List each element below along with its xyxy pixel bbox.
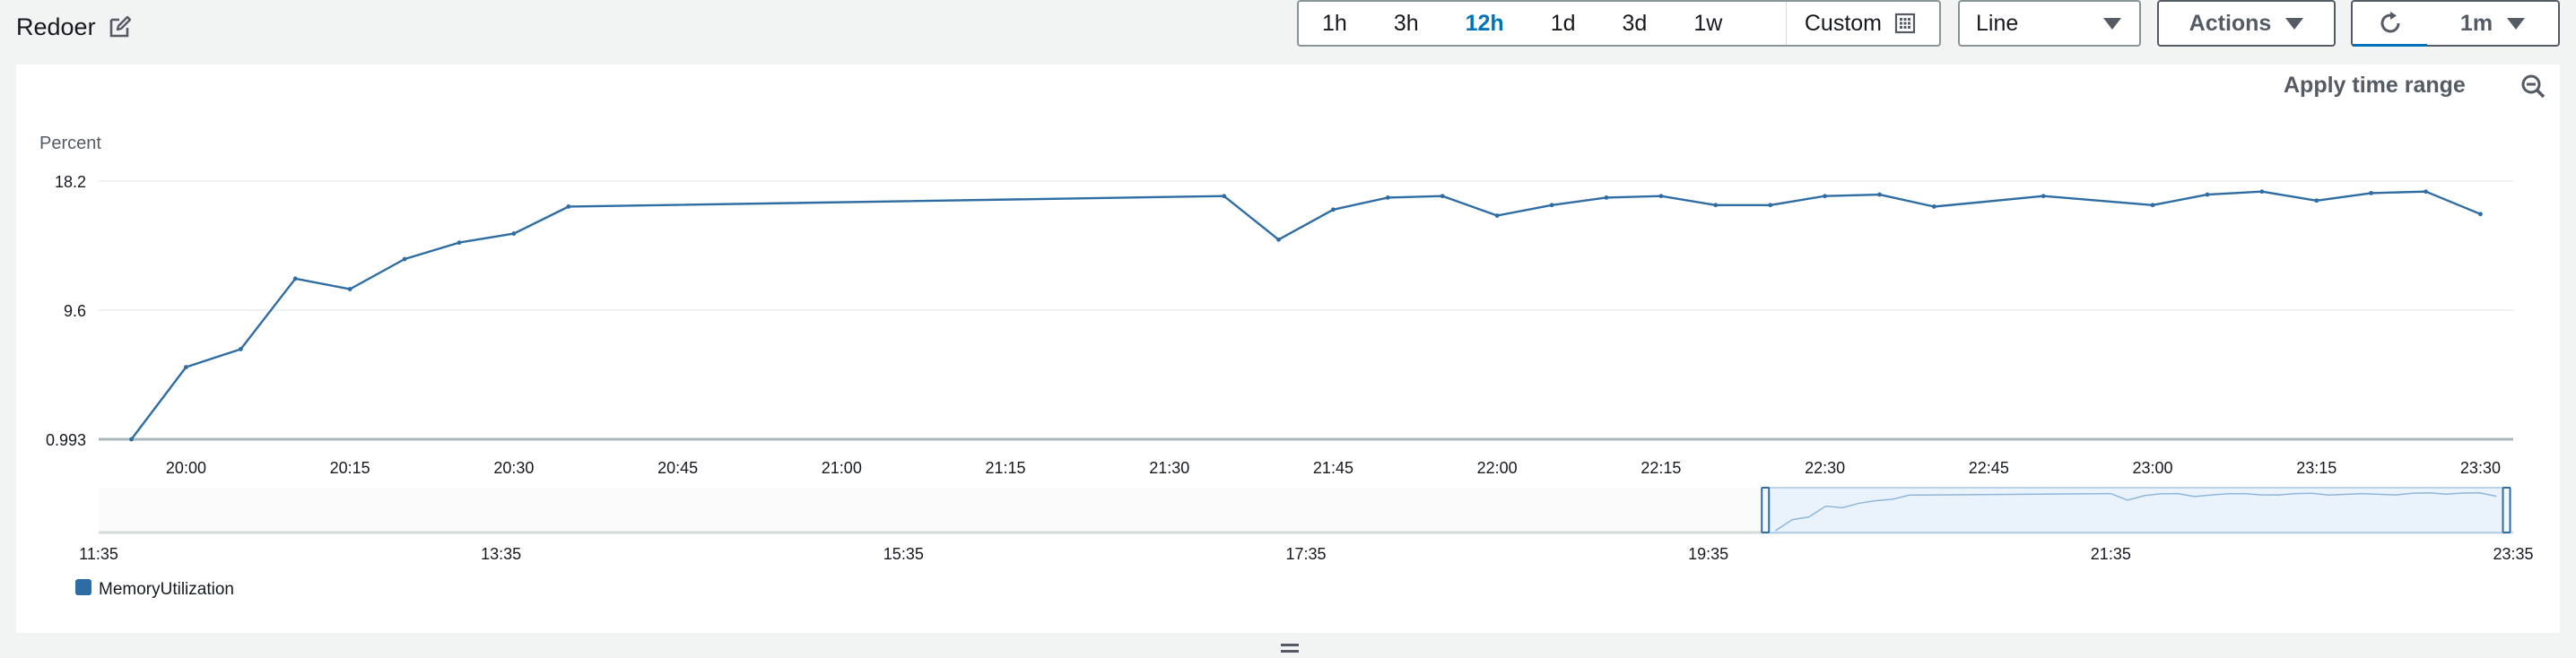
- data-point: [2150, 203, 2155, 208]
- data-point: [2259, 189, 2265, 195]
- data-point: [1222, 194, 1227, 199]
- data-point: [1877, 192, 1882, 197]
- data-point: [2314, 198, 2319, 203]
- data-point: [1713, 203, 1719, 208]
- legend-entry[interactable]: MemoryUtilization: [99, 580, 234, 599]
- x-tick-label: 23:00: [2133, 459, 2173, 477]
- x-tick-label: 21:30: [1149, 459, 1189, 477]
- x-tick-label: 20:45: [657, 459, 698, 477]
- x-tick-label: 21:15: [985, 459, 1025, 477]
- x-tick-label: 21:00: [822, 459, 862, 477]
- x-tick-label: 22:15: [1640, 459, 1681, 477]
- data-point: [1932, 204, 1936, 209]
- overview-tick-label: 19:35: [1688, 545, 1728, 563]
- x-tick-label: 20:15: [330, 459, 370, 477]
- y-tick-label: 0.993: [46, 431, 86, 449]
- overview-tick-label: 13:35: [481, 545, 521, 563]
- x-tick-label: 22:00: [1477, 459, 1518, 477]
- data-point: [1549, 203, 1554, 208]
- data-point: [1385, 195, 1390, 200]
- data-point: [184, 365, 188, 369]
- x-tick-label: 20:30: [493, 459, 534, 477]
- data-point: [238, 347, 243, 351]
- x-tick-label: 21:45: [1313, 459, 1353, 477]
- data-point: [2205, 192, 2210, 197]
- data-point: [566, 204, 571, 209]
- overview-tick-label: 21:35: [2091, 545, 2131, 563]
- overview-selection-handle[interactable]: [2502, 487, 2511, 533]
- data-point: [2041, 194, 2046, 199]
- data-point: [2424, 189, 2428, 195]
- data-point: [2369, 190, 2374, 195]
- overview-tick-label: 23:35: [2493, 545, 2533, 563]
- data-point: [1276, 237, 1281, 242]
- overview-selection-handle[interactable]: [1761, 487, 1771, 533]
- data-point: [1604, 195, 1609, 200]
- data-point: [1440, 194, 1445, 199]
- data-point: [2478, 212, 2483, 217]
- data-point: [1331, 207, 1336, 212]
- data-point: [129, 437, 134, 442]
- data-point: [1823, 194, 1827, 199]
- overview-tick-label: 17:35: [1285, 545, 1326, 563]
- data-point: [402, 256, 407, 262]
- x-tick-label: 22:30: [1805, 459, 1845, 477]
- y-tick-label: 18.2: [55, 173, 86, 191]
- overview-tick-label: 15:35: [883, 545, 924, 563]
- data-point: [511, 231, 517, 236]
- resize-handle[interactable]: [1281, 644, 1299, 656]
- x-tick-label: 20:00: [166, 459, 206, 477]
- legend-swatch: [75, 579, 91, 595]
- series-line: [130, 190, 2481, 440]
- x-tick-label: 23:30: [2460, 459, 2501, 477]
- data-point: [1768, 203, 1773, 208]
- data-point: [1658, 194, 1664, 199]
- data-point: [347, 287, 352, 291]
- data-point: [457, 240, 462, 246]
- y-tick-label: 9.6: [64, 302, 86, 320]
- data-point: [1494, 213, 1500, 218]
- data-point: [292, 276, 298, 281]
- memory-utilization-chart: Percent 18.2 9.6 0.993 20:00 20:15 20:30 20:45 2…: [39, 134, 2534, 599]
- y-axis-label: Percent: [39, 134, 101, 153]
- x-tick-label: 22:45: [1969, 459, 2009, 477]
- x-tick-label: 23:15: [2296, 459, 2337, 477]
- overview-tick-label: 11:35: [79, 545, 118, 563]
